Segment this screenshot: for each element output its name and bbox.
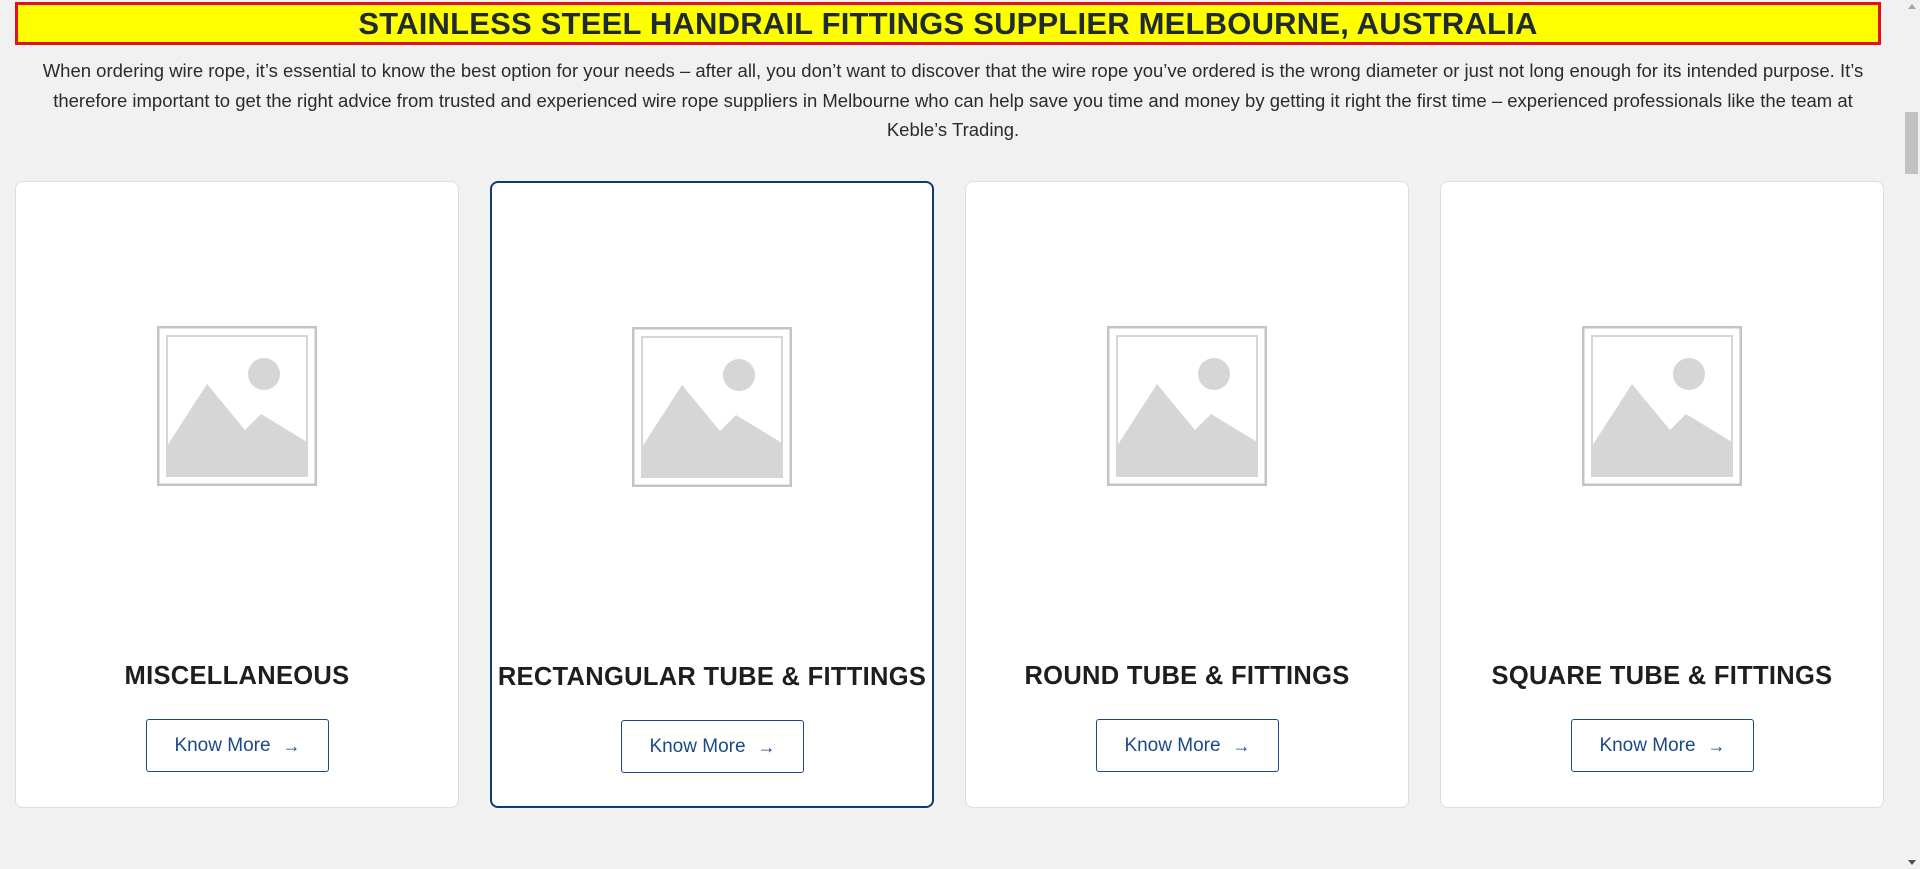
arrow-right-icon: → bbox=[282, 735, 301, 756]
category-title: SQUARE TUBE & FITTINGS bbox=[1491, 662, 1833, 690]
image-placeholder-icon bbox=[1582, 326, 1742, 486]
arrow-right-icon: → bbox=[757, 736, 776, 757]
category-card-rectangular-tube[interactable]: RECTANGULAR TUBE & FITTINGS Know More → bbox=[490, 181, 934, 808]
button-label: Know More bbox=[174, 734, 271, 756]
category-card-round-tube[interactable]: ROUND TUBE & FITTINGS Know More → bbox=[965, 181, 1409, 808]
scroll-down-arrow-icon[interactable] bbox=[1908, 860, 1916, 865]
scroll-up-arrow-icon[interactable] bbox=[1908, 4, 1916, 9]
arrow-right-icon: → bbox=[1707, 735, 1726, 756]
scrollbar-thumb[interactable] bbox=[1905, 112, 1918, 174]
category-card-square-tube[interactable]: SQUARE TUBE & FITTINGS Know More → bbox=[1440, 181, 1884, 808]
category-grid: MISCELLANEOUS Know More → RECTANGULAR TU… bbox=[15, 181, 1884, 808]
know-more-button[interactable]: Know More → bbox=[1571, 719, 1754, 772]
button-label: Know More bbox=[1599, 734, 1696, 756]
arrow-right-icon: → bbox=[1232, 735, 1251, 756]
know-more-button[interactable]: Know More → bbox=[146, 719, 329, 772]
vertical-scrollbar[interactable] bbox=[1903, 0, 1920, 869]
page-title: STAINLESS STEEL HANDRAIL FITTINGS SUPPLI… bbox=[358, 5, 1538, 41]
category-card-miscellaneous[interactable]: MISCELLANEOUS Know More → bbox=[15, 181, 459, 808]
image-placeholder-icon bbox=[1107, 326, 1267, 486]
image-placeholder-icon bbox=[157, 326, 317, 486]
intro-paragraph: When ordering wire rope, it’s essential … bbox=[42, 60, 1864, 140]
button-label: Know More bbox=[649, 735, 746, 757]
image-placeholder-icon bbox=[632, 327, 792, 487]
know-more-button[interactable]: Know More → bbox=[621, 720, 804, 773]
page: STAINLESS STEEL HANDRAIL FITTINGS SUPPLI… bbox=[0, 0, 1920, 869]
category-title: RECTANGULAR TUBE & FITTINGS bbox=[497, 663, 927, 691]
page-banner: STAINLESS STEEL HANDRAIL FITTINGS SUPPLI… bbox=[15, 2, 1881, 45]
category-title: MISCELLANEOUS bbox=[124, 662, 350, 690]
know-more-button[interactable]: Know More → bbox=[1096, 719, 1279, 772]
button-label: Know More bbox=[1124, 734, 1221, 756]
category-title: ROUND TUBE & FITTINGS bbox=[1024, 662, 1350, 690]
